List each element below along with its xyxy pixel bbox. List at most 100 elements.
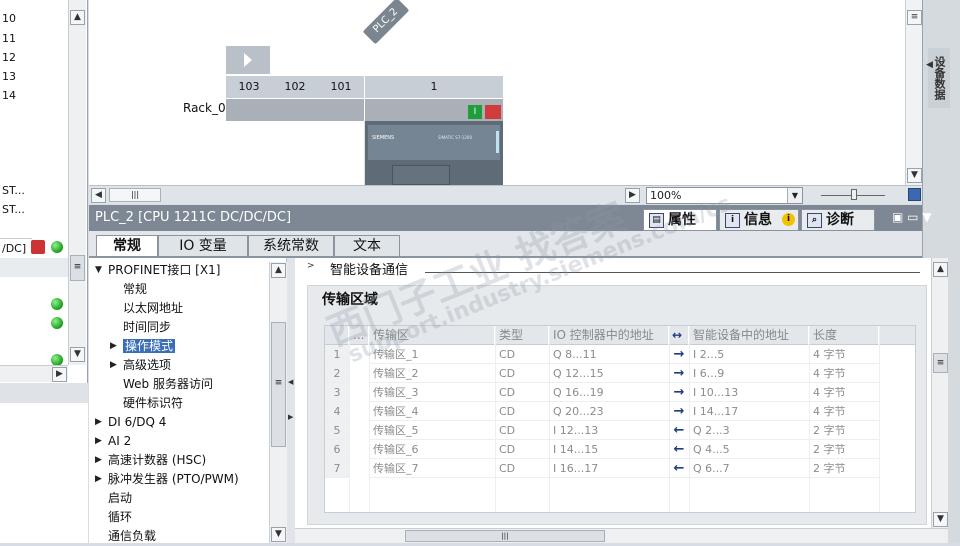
left-horizontal-scrollbar[interactable]: ▶ [0, 365, 68, 382]
minimize-icon[interactable]: ▭ [907, 210, 918, 224]
direction-arrow-icon[interactable]: → [669, 345, 689, 364]
nav-item-hardware-id[interactable]: 硬件标识符 [123, 394, 183, 413]
nav-item-startup[interactable]: 启动 [108, 489, 132, 508]
rack-slot[interactable] [318, 99, 365, 121]
scroll-up-icon[interactable]: ▲ [271, 263, 286, 278]
table-cell[interactable]: 2 字节 [809, 421, 879, 440]
list-row[interactable]: ST... [0, 200, 25, 219]
scroll-up-icon[interactable]: ▲ [933, 262, 948, 277]
list-row[interactable]: 13 [0, 67, 16, 86]
list-row[interactable]: ST... [0, 181, 25, 200]
pane-splitter[interactable]: ◀ ▶ [287, 258, 295, 543]
table-cell[interactable]: CD [495, 440, 549, 459]
table-cell[interactable]: Q 6...7 [689, 459, 809, 478]
scroll-thumb[interactable]: ≡ [933, 353, 948, 373]
list-row[interactable]: 11 [0, 29, 16, 48]
table-cell[interactable]: 4 字节 [809, 364, 879, 383]
nav-item-comm-load[interactable]: 通信负载 [108, 527, 156, 546]
table-cell[interactable]: Q 20...23 [549, 402, 669, 421]
table-cell[interactable]: I 10...13 [689, 383, 809, 402]
collapse-right-icon[interactable]: ▶ [288, 413, 293, 421]
nav-item-advanced-options[interactable]: ▶ 高级选项 [110, 356, 171, 375]
tab-system-constants[interactable]: 系统常数 [248, 235, 334, 257]
rack-slot[interactable] [226, 99, 273, 121]
direction-arrow-icon[interactable]: → [669, 402, 689, 421]
table-cell[interactable]: 7 [325, 459, 349, 478]
table-cell[interactable]: 2 字节 [809, 440, 879, 459]
table-cell[interactable]: I 2...5 [689, 345, 809, 364]
section-chevron-icon[interactable]: > [307, 261, 315, 271]
expand-arrow-icon[interactable]: ▶ [110, 356, 117, 375]
direction-arrow-icon[interactable]: → [669, 364, 689, 383]
restore-icon[interactable]: ▣ [892, 210, 903, 224]
nav-item-ethernet-address[interactable]: 以太网地址 [123, 299, 183, 318]
table-cell[interactable]: 传输区_5 [369, 421, 495, 440]
list-row[interactable]: 14 [0, 86, 16, 105]
scroll-thumb[interactable]: ≡ [271, 322, 286, 447]
content-horizontal-scrollbar[interactable]: ||| [295, 528, 948, 543]
table-cell[interactable]: I 14...15 [549, 440, 669, 459]
table-cell[interactable]: CD [495, 345, 549, 364]
nav-item-general[interactable]: 常规 [123, 280, 147, 299]
scroll-down-icon[interactable]: ▼ [933, 512, 948, 527]
table-cell[interactable]: CD [495, 459, 549, 478]
scroll-left-icon[interactable]: ◀ [91, 188, 106, 203]
table-cell[interactable]: 传输区_4 [369, 402, 495, 421]
nav-item-pto-pwm[interactable]: ▶ 脉冲发生器 (PTO/PWM) [95, 470, 239, 489]
nav-item-ai[interactable]: ▶ AI 2 [95, 432, 131, 451]
expand-arrow-icon[interactable]: ▶ [95, 413, 102, 432]
nav-item-profinet[interactable]: ▼ PROFINET接口 [X1] [95, 261, 220, 280]
table-cell[interactable]: CD [495, 364, 549, 383]
expand-arrow-icon[interactable]: ▶ [95, 432, 102, 451]
empty-slot[interactable] [318, 121, 365, 185]
scroll-thumb[interactable]: ||| [109, 188, 161, 202]
table-cell[interactable]: 传输区_6 [369, 440, 495, 459]
table-cell[interactable]: Q 12...15 [549, 364, 669, 383]
zoom-slider-handle[interactable] [851, 189, 857, 200]
expand-arrow-icon[interactable]: ▼ [95, 261, 102, 280]
direction-arrow-icon[interactable]: ← [669, 459, 689, 478]
table-cell[interactable]: Q 2...3 [689, 421, 809, 440]
scroll-thumb[interactable]: ||| [405, 530, 605, 542]
scroll-thumb[interactable]: ≡ [70, 255, 85, 281]
table-cell[interactable]: Q 8...11 [549, 345, 669, 364]
table-cell[interactable]: 4 字节 [809, 345, 879, 364]
nav-item-hsc[interactable]: ▶ 高速计数器 (HSC) [95, 451, 206, 470]
table-cell[interactable]: 3 [325, 383, 349, 402]
nav-vertical-scrollbar[interactable]: ▲ ≡ ▼ [269, 262, 287, 543]
rack-expand-button[interactable] [226, 46, 270, 74]
left-vertical-scrollbar[interactable]: ▲ ≡ ▼ [68, 0, 86, 365]
scroll-up-icon[interactable]: ▲ [70, 10, 85, 25]
direction-arrow-icon[interactable]: → [669, 383, 689, 402]
table-cell[interactable]: Q 4...5 [689, 440, 809, 459]
table-cell[interactable]: CD [495, 402, 549, 421]
list-row[interactable]: /DC] [0, 238, 32, 259]
table-cell[interactable]: 传输区_2 [369, 364, 495, 383]
expand-arrow-icon[interactable]: ▶ [95, 470, 102, 489]
list-row[interactable]: 12 [0, 48, 16, 67]
scroll-thumb[interactable]: ≡ [907, 10, 922, 25]
table-cell[interactable]: I 16...17 [549, 459, 669, 478]
expand-arrow-icon[interactable]: ▶ [110, 337, 117, 356]
scroll-right-icon[interactable]: ▶ [625, 188, 640, 203]
tab-general[interactable]: 常规 [96, 235, 158, 257]
col-header[interactable]: 类型 [495, 326, 549, 345]
content-vertical-scrollbar[interactable]: ▲ ≡ ▼ [931, 258, 948, 528]
table-cell[interactable]: I 14...17 [689, 402, 809, 421]
col-header[interactable]: 长度 [809, 326, 879, 345]
nav-item-web-server[interactable]: Web 服务器访问 [123, 375, 213, 394]
empty-slot[interactable] [272, 121, 319, 185]
direction-arrow-icon[interactable]: ← [669, 421, 689, 440]
tab-io-tags[interactable]: IO 变量 [158, 235, 248, 257]
table-cell[interactable]: 6 [325, 440, 349, 459]
list-row-selected[interactable] [0, 258, 68, 277]
list-row[interactable]: 10 [0, 9, 16, 28]
nav-item-cycle[interactable]: 循环 [108, 508, 132, 527]
table-cell[interactable]: 传输区_7 [369, 459, 495, 478]
scroll-down-icon[interactable]: ▼ [271, 527, 286, 542]
nav-item-di-dq[interactable]: ▶ DI 6/DQ 4 [95, 413, 166, 432]
scroll-down-icon[interactable]: ▼ [907, 168, 922, 183]
empty-slot[interactable] [226, 121, 273, 185]
table-cell[interactable]: CD [495, 383, 549, 402]
table-cell[interactable]: I 6...9 [689, 364, 809, 383]
